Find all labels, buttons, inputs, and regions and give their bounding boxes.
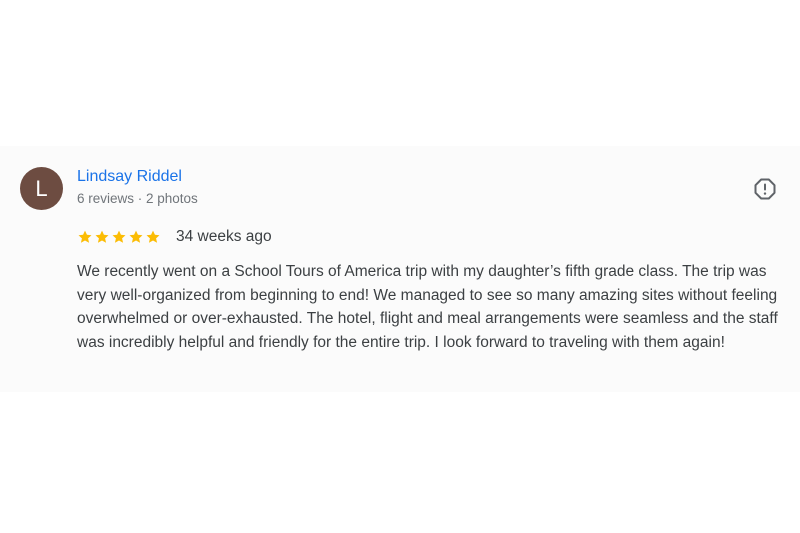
review-date: 34 weeks ago bbox=[176, 228, 272, 245]
star-icon bbox=[94, 229, 110, 245]
star-rating bbox=[77, 229, 161, 245]
star-icon bbox=[145, 229, 161, 245]
avatar[interactable]: L bbox=[20, 167, 63, 210]
star-icon bbox=[77, 229, 93, 245]
reviewer-meta: 6 reviews · 2 photos bbox=[77, 191, 198, 206]
review-card: L Lindsay Riddel 6 reviews · 2 photos 34… bbox=[0, 146, 800, 392]
star-icon bbox=[128, 229, 144, 245]
review-text: We recently went on a School Tours of Am… bbox=[77, 263, 778, 351]
reviewer-name-link[interactable]: Lindsay Riddel bbox=[77, 168, 182, 186]
report-icon[interactable] bbox=[753, 177, 777, 201]
rating-row: 34 weeks ago bbox=[77, 228, 272, 246]
star-icon bbox=[111, 229, 127, 245]
